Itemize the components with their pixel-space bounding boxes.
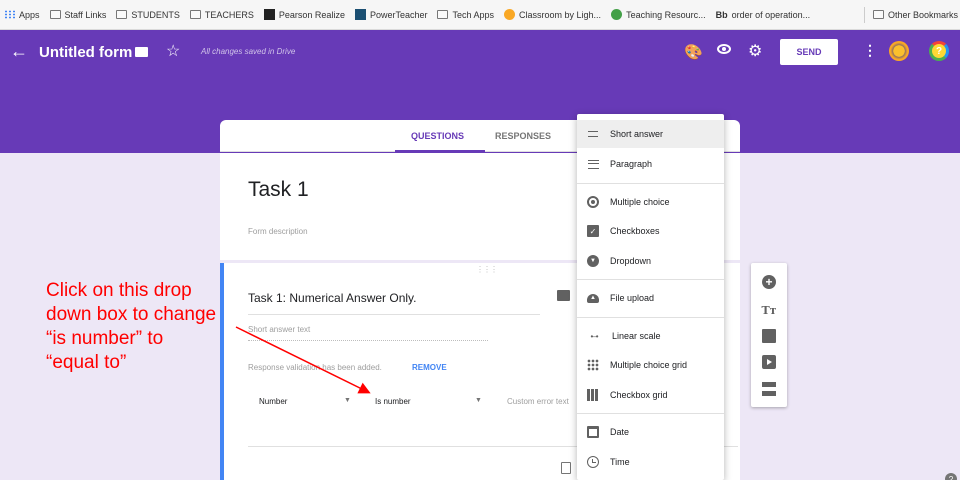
annotation-arrow [235,326,371,394]
help-icon[interactable]: ? [945,473,957,480]
